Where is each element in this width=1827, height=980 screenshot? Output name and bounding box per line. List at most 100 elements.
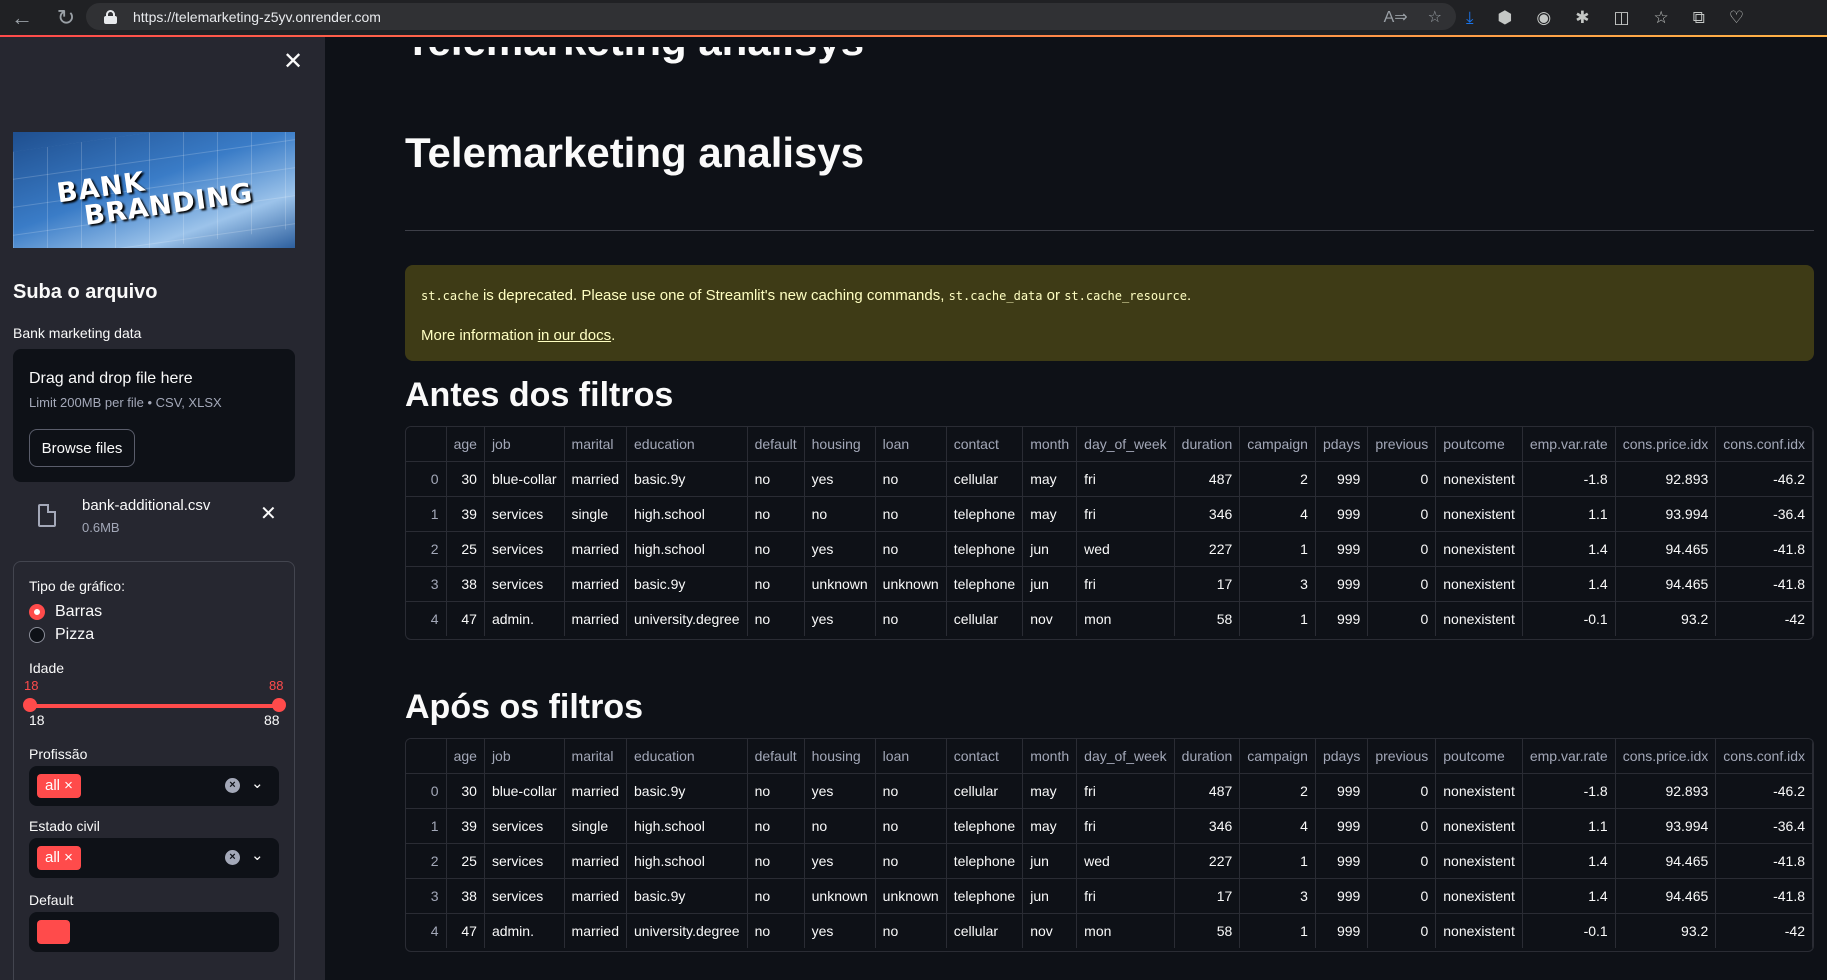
- table-cell[interactable]: 1: [1239, 843, 1316, 879]
- column-header[interactable]: contact: [946, 739, 1024, 774]
- table-cell[interactable]: 47: [446, 601, 485, 636]
- row-index[interactable]: 1: [406, 808, 447, 844]
- column-header[interactable]: [406, 739, 447, 774]
- chevron-down-icon[interactable]: ⌄: [251, 846, 264, 864]
- radio-selected-icon[interactable]: [29, 604, 45, 620]
- column-header[interactable]: day_of_week: [1076, 427, 1175, 462]
- table-cell[interactable]: 346: [1174, 808, 1241, 844]
- table-cell[interactable]: 487: [1174, 461, 1241, 497]
- table-cell[interactable]: services: [484, 496, 565, 532]
- table-cell[interactable]: 58: [1174, 913, 1241, 948]
- table-cell[interactable]: 4: [1239, 808, 1316, 844]
- column-header[interactable]: housing: [804, 739, 876, 774]
- table-cell[interactable]: unknown: [875, 878, 947, 914]
- browse-files-button[interactable]: Browse files: [29, 429, 135, 467]
- table-cell[interactable]: 39: [446, 496, 485, 532]
- radio-pizza[interactable]: Pizza: [29, 626, 94, 644]
- table-cell[interactable]: 0: [1367, 808, 1437, 844]
- table-cell[interactable]: 1.4: [1522, 531, 1616, 567]
- table-cell[interactable]: telephone: [946, 531, 1024, 567]
- table-cell[interactable]: single: [564, 496, 628, 532]
- remove-file-icon[interactable]: ✕: [260, 501, 277, 526]
- table-cell[interactable]: no: [747, 808, 805, 844]
- table-cell[interactable]: no: [875, 496, 947, 532]
- table-cell[interactable]: 30: [446, 461, 485, 497]
- table-cell[interactable]: nonexistent: [1435, 496, 1523, 532]
- table-cell[interactable]: 93.2: [1615, 913, 1717, 948]
- radio-barras[interactable]: Barras: [29, 603, 102, 621]
- table-cell[interactable]: 92.893: [1615, 461, 1717, 497]
- table-cell[interactable]: no: [747, 878, 805, 914]
- table-cell[interactable]: fri: [1076, 773, 1175, 809]
- favorite-star-icon[interactable]: ☆: [1428, 7, 1442, 27]
- table-cell[interactable]: unknown: [804, 566, 876, 602]
- table-cell[interactable]: 93.2: [1615, 601, 1717, 636]
- column-header[interactable]: duration: [1174, 739, 1241, 774]
- table-cell[interactable]: nonexistent: [1435, 843, 1523, 879]
- table-cell[interactable]: admin.: [484, 913, 565, 948]
- table-cell[interactable]: -36.4: [1715, 496, 1813, 532]
- column-header[interactable]: job: [484, 427, 565, 462]
- row-index[interactable]: 4: [406, 913, 447, 948]
- table-cell[interactable]: services: [484, 566, 565, 602]
- table-cell[interactable]: 3: [1239, 566, 1316, 602]
- table-cell[interactable]: married: [564, 843, 628, 879]
- table-cell[interactable]: yes: [804, 843, 876, 879]
- column-header[interactable]: poutcome: [1435, 739, 1523, 774]
- table-cell[interactable]: 25: [446, 843, 485, 879]
- split-screen-icon[interactable]: ◫: [1613, 8, 1629, 28]
- default-multiselect[interactable]: [29, 912, 279, 952]
- column-header[interactable]: duration: [1174, 427, 1241, 462]
- radio-unselected-icon[interactable]: [29, 627, 45, 643]
- column-header[interactable]: cons.conf.idx: [1715, 427, 1813, 462]
- table-cell[interactable]: 1.4: [1522, 843, 1616, 879]
- table-cell[interactable]: yes: [804, 461, 876, 497]
- address-bar[interactable]: https://telemarketing-z5yv.onrender.com …: [86, 3, 1456, 30]
- table-cell[interactable]: 999: [1315, 566, 1369, 602]
- table-cell[interactable]: fri: [1076, 461, 1175, 497]
- table-cell[interactable]: 346: [1174, 496, 1241, 532]
- column-header[interactable]: day_of_week: [1076, 739, 1175, 774]
- table-cell[interactable]: nonexistent: [1435, 878, 1523, 914]
- table-cell[interactable]: 0: [1367, 496, 1437, 532]
- table-cell[interactable]: no: [747, 843, 805, 879]
- table-cell[interactable]: 38: [446, 878, 485, 914]
- table-cell[interactable]: no: [804, 496, 876, 532]
- table-cell[interactable]: jun: [1022, 566, 1078, 602]
- age-slider-track[interactable]: [29, 704, 279, 708]
- column-header[interactable]: cons.conf.idx: [1715, 739, 1813, 774]
- column-header[interactable]: job: [484, 739, 565, 774]
- column-header[interactable]: default: [747, 739, 805, 774]
- table-cell[interactable]: 93.994: [1615, 808, 1717, 844]
- table-cell[interactable]: 0: [1367, 773, 1437, 809]
- table-cell[interactable]: -0.1: [1522, 913, 1616, 948]
- column-header[interactable]: pdays: [1315, 427, 1369, 462]
- table-cell[interactable]: telephone: [946, 843, 1024, 879]
- table-cell[interactable]: fri: [1076, 496, 1175, 532]
- table-cell[interactable]: nonexistent: [1435, 601, 1523, 636]
- table-cell[interactable]: 3: [1239, 878, 1316, 914]
- table-cell[interactable]: admin.: [484, 601, 565, 636]
- table-cell[interactable]: yes: [804, 531, 876, 567]
- table-cell[interactable]: -41.8: [1715, 566, 1813, 602]
- table-cell[interactable]: 0: [1367, 843, 1437, 879]
- reload-icon[interactable]: ↻: [44, 0, 88, 35]
- table-cell[interactable]: married: [564, 566, 628, 602]
- table-cell[interactable]: 47: [446, 913, 485, 948]
- table-cell[interactable]: 25: [446, 531, 485, 567]
- table-cell[interactable]: 94.465: [1615, 843, 1717, 879]
- table-cell[interactable]: 4: [1239, 496, 1316, 532]
- table-cell[interactable]: -0.1: [1522, 601, 1616, 636]
- column-header[interactable]: loan: [875, 739, 947, 774]
- table-cell[interactable]: cellular: [946, 461, 1024, 497]
- table-cell[interactable]: 17: [1174, 878, 1241, 914]
- table-cell[interactable]: no: [875, 531, 947, 567]
- table-cell[interactable]: nov: [1022, 913, 1078, 948]
- table-cell[interactable]: 0: [1367, 566, 1437, 602]
- table-cell[interactable]: 94.465: [1615, 878, 1717, 914]
- column-header[interactable]: marital: [564, 739, 628, 774]
- table-cell[interactable]: -42: [1715, 913, 1813, 948]
- table-cell[interactable]: no: [747, 773, 805, 809]
- row-index[interactable]: 2: [406, 843, 447, 879]
- column-header[interactable]: education: [626, 427, 748, 462]
